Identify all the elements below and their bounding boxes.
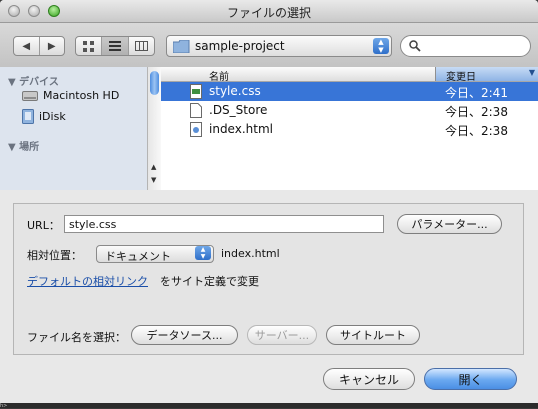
location-popup[interactable]: sample-project ▲ ▼ [166, 35, 392, 57]
column-view-button[interactable] [129, 37, 154, 55]
list-lines-icon [108, 41, 121, 51]
search-input[interactable] [425, 38, 527, 54]
blank-file-icon [190, 103, 202, 118]
sidebar-scrollbar[interactable]: ▲ ▼ [147, 67, 162, 190]
html-file-icon [190, 122, 202, 137]
file-row[interactable]: .DS_Store 今日、2:38 [161, 101, 538, 120]
window-title: ファイルの選択 [226, 6, 311, 20]
choose-filename-label: ファイル名を選択： [27, 331, 126, 344]
scroll-down-icon[interactable]: ▼ [151, 176, 156, 184]
sidebar-item-label: iDisk [39, 110, 66, 123]
forward-button[interactable]: ▶ [40, 37, 65, 55]
sidebar-section-devices[interactable]: ▼ デバイス [8, 73, 59, 88]
css-file-icon [190, 84, 202, 99]
url-field[interactable]: style.css [64, 215, 384, 233]
back-button[interactable]: ◀ [14, 37, 40, 55]
background-editor-strip: h> [0, 403, 538, 409]
popup-arrows-icon: ▲ ▼ [373, 38, 389, 54]
sidebar-item-macintosh-hd[interactable]: Macintosh HD [22, 89, 119, 102]
relative-file: index.html [221, 247, 280, 260]
file-dialog: ファイルの選択 ◀ ▶ sample-project ▲ ▼ ▼ デバイス Ma… [0, 0, 538, 403]
sort-descending-icon: ▼ [528, 68, 535, 77]
server-button[interactable]: サーバー... [247, 325, 317, 345]
url-label: URL： [27, 219, 60, 232]
datasource-button[interactable]: データソース... [131, 325, 238, 345]
file-date: 今日、2:38 [445, 105, 508, 119]
relative-select[interactable]: ドキュメント ▲ ▼ [96, 245, 214, 263]
icon-grid-icon [83, 40, 95, 52]
file-row[interactable]: style.css 今日、2:41 [161, 82, 538, 101]
url-field-value: style.css [69, 218, 117, 231]
scroll-up-icon[interactable]: ▲ [151, 163, 156, 171]
idisk-icon [22, 109, 34, 124]
sidebar: ▼ デバイス Macintosh HD iDisk ▼ 場所 [0, 67, 161, 190]
relative-select-value: ドキュメント [105, 250, 171, 263]
options-panel: URL： style.css パラメーター... 相対位置： ドキュメント ▲ ▼… [13, 203, 524, 355]
column-header-date[interactable]: 変更日 ▼ [435, 67, 538, 83]
popup-arrows-icon: ▲ ▼ [195, 246, 211, 260]
file-row[interactable]: index.html 今日、2:38 [161, 120, 538, 139]
hard-drive-icon [22, 90, 38, 101]
file-list-header: 名前 変更日 ▼ [161, 67, 538, 83]
titlebar: ファイルの選択 [0, 0, 538, 23]
sidebar-item-label: Macintosh HD [43, 89, 120, 102]
parameters-button[interactable]: パラメーター... [397, 214, 502, 234]
cancel-button[interactable]: キャンセル [323, 368, 415, 390]
location-popup-value: sample-project [195, 39, 285, 53]
default-relative-link[interactable]: デフォルトの相対リンク [27, 273, 148, 289]
background-strip-text: h> [0, 403, 8, 409]
forward-arrow-icon: ▶ [47, 40, 56, 52]
columns-icon [134, 41, 148, 51]
file-list: 名前 変更日 ▼ style.css 今日、2:41 .DS_Store 今日、… [161, 67, 538, 190]
file-name: style.css [209, 84, 261, 98]
relative-label: 相対位置： [27, 249, 82, 262]
file-date: 今日、2:38 [445, 124, 508, 138]
search-icon [409, 40, 421, 52]
file-name: .DS_Store [209, 103, 268, 117]
list-view-button[interactable] [102, 37, 129, 55]
icon-view-button[interactable] [76, 37, 103, 55]
column-header-name[interactable]: 名前 [209, 68, 229, 83]
site-root-button[interactable]: サイトルート [326, 325, 420, 345]
back-arrow-icon: ◀ [22, 40, 31, 52]
view-mode-control [75, 36, 155, 56]
folder-icon [173, 40, 190, 53]
link-suffix-text: をサイト定義で変更 [160, 275, 259, 288]
search-field[interactable] [400, 35, 531, 57]
toolbar: ◀ ▶ sample-project ▲ ▼ [0, 23, 538, 68]
scroll-thumb[interactable] [150, 71, 159, 95]
file-date: 今日、2:41 [445, 86, 508, 100]
open-button[interactable]: 開く [424, 368, 517, 390]
back-forward-control: ◀ ▶ [13, 36, 65, 56]
sidebar-item-idisk[interactable]: iDisk [22, 109, 66, 124]
sidebar-section-places[interactable]: ▼ 場所 [8, 138, 39, 153]
file-name: index.html [209, 122, 273, 136]
